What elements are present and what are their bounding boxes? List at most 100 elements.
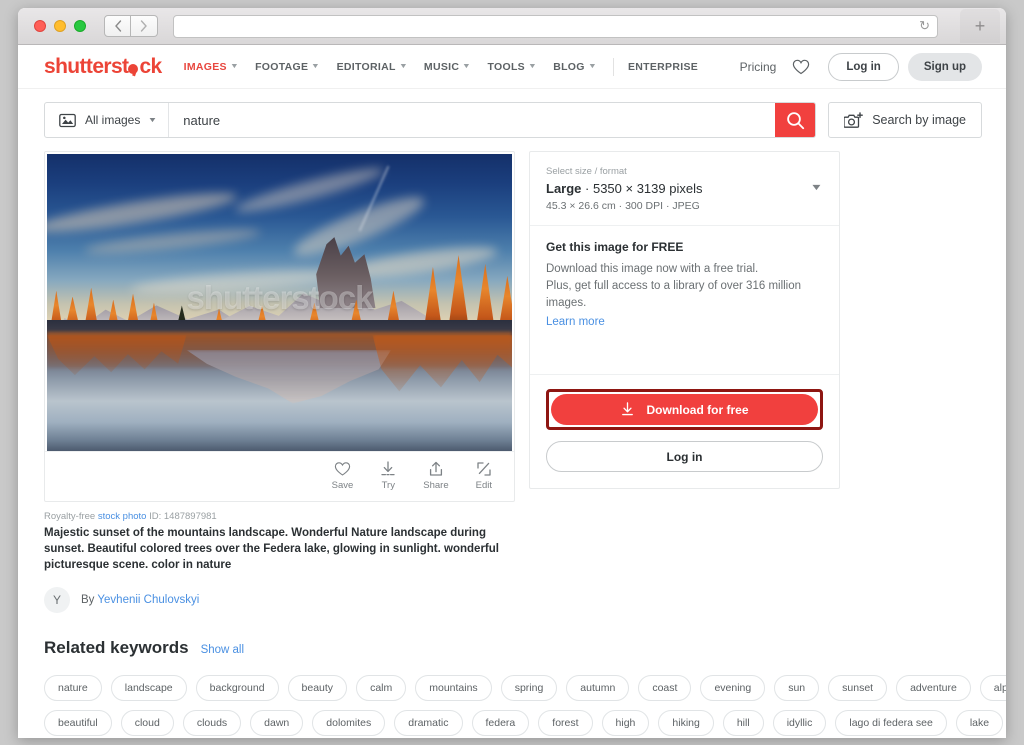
keyword-chip[interactable]: nature [44, 675, 102, 701]
maximize-window-button[interactable] [74, 20, 86, 32]
search-by-image-button[interactable]: Search by image [828, 102, 982, 138]
nav-item-enterprise[interactable]: ENTERPRISE [628, 61, 698, 73]
size-format-label: Select size / format [546, 166, 627, 177]
minimize-window-button[interactable] [54, 20, 66, 32]
keyword-chip[interactable]: beauty [287, 675, 348, 701]
keyword-chip[interactable]: sunset [828, 675, 888, 701]
search-type-select[interactable]: All images ▼ [45, 103, 170, 137]
chevron-down-icon: ▼ [229, 63, 240, 70]
keyword-chip[interactable]: landscape [110, 675, 187, 701]
keyword-chip[interactable]: dramatic [394, 710, 463, 736]
size-format-section[interactable]: Select size / format Large · 5350 × 3139… [530, 152, 839, 226]
chevron-down-icon: ▼ [587, 63, 598, 70]
image-card: shutterstock Save Try Share Edit [44, 151, 515, 502]
keyword-chip[interactable]: hiking [658, 710, 714, 736]
keyword-chip[interactable]: mountains [415, 675, 492, 701]
edit-label: Edit [475, 480, 492, 491]
chevron-down-icon: ▼ [527, 63, 538, 70]
nav-item-tools[interactable]: TOOLS ▼ [487, 61, 536, 73]
keyword-chip[interactable]: forest [538, 710, 593, 736]
keyword-chip[interactable]: high [601, 710, 650, 736]
free-offer-title: Get this image for FREE [546, 240, 684, 254]
free-offer-section: Get this image for FREE Download this im… [530, 226, 839, 374]
size-pixels: 5350 × 3139 pixels [592, 181, 703, 196]
show-all-keywords-link[interactable]: Show all [201, 644, 244, 656]
keyword-chip[interactable]: hill [722, 710, 764, 736]
new-tab-button[interactable]: + [960, 9, 1000, 43]
edit-icon [477, 462, 491, 476]
address-bar[interactable]: ↻ [173, 14, 938, 38]
keyword-chip[interactable]: coast [638, 675, 692, 701]
chevron-down-icon: ▼ [462, 63, 472, 70]
nav-label: IMAGES [183, 60, 227, 73]
try-action[interactable]: Try [380, 461, 396, 491]
nav-item-footage[interactable]: FOOTAGE ▼ [255, 60, 320, 73]
search-input[interactable] [169, 103, 776, 137]
header-login-button[interactable]: Log in [828, 52, 899, 81]
search-box: All images ▼ [44, 102, 817, 138]
keyword-chip[interactable]: autumn [566, 675, 630, 701]
save-action[interactable]: Save [332, 461, 353, 491]
keyword-chip[interactable]: lake [955, 710, 1004, 736]
search-type-label: All images [85, 113, 141, 127]
size-name: Large [546, 181, 582, 196]
pricing-link[interactable]: Pricing [740, 60, 777, 74]
keyword-chip[interactable]: dawn [250, 710, 304, 736]
heart-icon [334, 462, 351, 476]
browser-navigation[interactable] [104, 15, 158, 37]
forward-button[interactable] [131, 15, 158, 37]
keyword-chip[interactable]: federa [471, 710, 530, 736]
try-label: Try [381, 480, 395, 491]
browser-titlebar: ↻ + [18, 8, 1006, 45]
search-row: All images ▼ Search by image [18, 89, 1006, 151]
chevron-down-icon: ▼ [147, 116, 158, 124]
related-keywords-header: Related keywords Show all [44, 638, 980, 658]
nav-label: FOOTAGE [255, 60, 309, 73]
learn-more-link[interactable]: Learn more [546, 316, 605, 328]
logo-shutter-mark [128, 62, 139, 74]
close-window-button[interactable] [34, 20, 46, 32]
keyword-chip[interactable]: adventure [896, 675, 971, 701]
panel-login-button[interactable]: Log in [546, 441, 823, 472]
search-by-image-label: Search by image [872, 113, 966, 127]
purchase-panel: Select size / format Large · 5350 × 3139… [529, 151, 840, 489]
window-controls[interactable] [34, 20, 86, 32]
royalty-free-label: Royalty-free [44, 511, 96, 522]
author-link[interactable]: Yevhenii Chulovskyi [97, 594, 199, 606]
keyword-chip[interactable]: evening [700, 675, 766, 701]
keyword-chip[interactable]: spring [500, 675, 558, 701]
keyword-chip[interactable]: lago di federa see [835, 710, 947, 736]
image-id-label: ID: 1487897981 [149, 511, 217, 522]
keyword-chip[interactable]: dolomites [312, 710, 386, 736]
keyword-chip[interactable]: beautiful [44, 710, 112, 736]
preview-image[interactable]: shutterstock [47, 154, 512, 451]
avatar: Y [44, 587, 70, 613]
keyword-chip[interactable]: background [195, 675, 279, 701]
share-action[interactable]: Share [423, 461, 449, 491]
search-button[interactable] [775, 103, 816, 137]
back-button[interactable] [104, 15, 131, 37]
reload-icon[interactable]: ↻ [919, 18, 930, 34]
search-icon [786, 111, 804, 129]
keyword-chip[interactable]: alps [979, 675, 1006, 701]
keyword-chip[interactable]: cloud [120, 710, 174, 736]
header-signup-button[interactable]: Sign up [907, 52, 982, 81]
chevron-right-icon [140, 20, 147, 32]
keyword-chip[interactable]: idyllic [772, 710, 827, 736]
nav-item-editorial[interactable]: EDITORIAL ▼ [337, 61, 408, 73]
nav-label: TOOLS [487, 60, 525, 73]
nav-item-images[interactable]: IMAGES ▼ [183, 60, 240, 73]
shutterstock-logo[interactable]: shutterst ck [44, 55, 162, 79]
edit-action[interactable]: Edit [476, 461, 492, 491]
heart-icon[interactable] [792, 59, 810, 75]
download-icon [381, 461, 395, 476]
image-description: Majestic sunset of the mountains landsca… [44, 527, 499, 571]
chevron-down-icon[interactable]: ▼ [810, 182, 823, 192]
keyword-chip[interactable]: clouds [182, 710, 242, 736]
nav-item-music[interactable]: MUSIC ▼ [424, 61, 471, 73]
nav-item-blog[interactable]: BLOG ▼ [553, 61, 596, 73]
download-for-free-button[interactable]: Download for free [551, 394, 818, 425]
keyword-chip[interactable]: sun [774, 675, 820, 701]
stock-photo-link[interactable]: stock photo [98, 511, 147, 522]
keyword-chip[interactable]: calm [356, 675, 407, 701]
